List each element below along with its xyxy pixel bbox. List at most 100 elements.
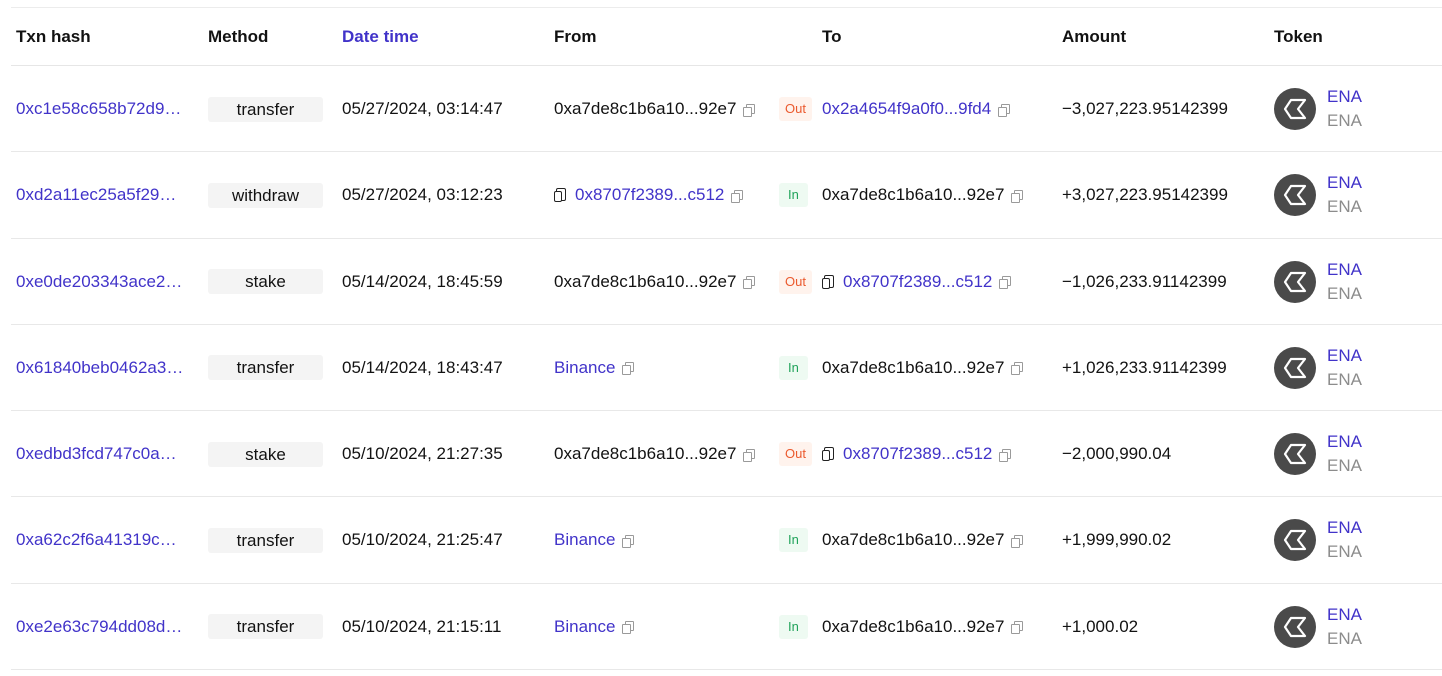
copy-icon[interactable]	[1011, 189, 1024, 203]
from-cell: Binance	[554, 584, 635, 670]
ena-token-icon	[1274, 605, 1316, 648]
copy-icon[interactable]	[1011, 362, 1024, 376]
copy-icon[interactable]	[999, 448, 1012, 462]
to-address[interactable]: 0x8707f2389...c512	[843, 272, 992, 292]
table-row: 0xe2e63c794dd08d… transfer 05/10/2024, 2…	[11, 584, 1442, 671]
table-row: 0xc1e58c658b72d9… transfer 05/27/2024, 0…	[11, 66, 1442, 153]
method-tag: stake	[208, 269, 323, 295]
to-cell: 0xa7de8c1b6a10...92e7	[822, 325, 1024, 411]
table-row: 0xd2a11ec25a5f29… withdraw 05/27/2024, 0…	[11, 152, 1442, 239]
copy-icon[interactable]	[998, 103, 1011, 117]
method-tag: transfer	[208, 96, 323, 122]
copy-icon[interactable]	[743, 276, 756, 290]
token-name: ENA	[1327, 456, 1362, 476]
from-address: 0xa7de8c1b6a10...92e7	[554, 271, 737, 291]
to-cell: 0xa7de8c1b6a10...92e7	[822, 584, 1024, 670]
token-symbol-link[interactable]: ENA	[1327, 603, 1362, 627]
table-row: 0x61840beb0462a3… transfer 05/14/2024, 1…	[11, 325, 1442, 412]
token-symbol-link[interactable]: ENA	[1327, 430, 1362, 454]
amount: +3,027,223.95142399	[1062, 185, 1228, 205]
copy-icon[interactable]	[743, 103, 756, 117]
token-text: ENA ENA	[1327, 516, 1362, 564]
to-cell: 0xa7de8c1b6a10...92e7	[822, 497, 1024, 583]
direction-badge: Out	[779, 442, 812, 467]
ena-token-icon	[1274, 346, 1316, 389]
token-symbol-link[interactable]: ENA	[1327, 258, 1362, 282]
token-symbol-link[interactable]: ENA	[1327, 344, 1362, 368]
from-cell: Binance	[554, 325, 635, 411]
copy-icon[interactable]	[743, 448, 756, 462]
from-cell: 0xa7de8c1b6a10...92e7	[554, 239, 756, 325]
date-time: 05/10/2024, 21:15:11	[342, 616, 502, 636]
token-symbol-link[interactable]: ENA	[1327, 171, 1362, 195]
method-cell: withdraw	[208, 152, 323, 238]
to-address[interactable]: 0x2a4654f9a0f0...9fd4	[822, 99, 991, 119]
token-name: ENA	[1327, 283, 1362, 303]
method-tag: stake	[208, 441, 323, 467]
token-text: ENA ENA	[1327, 430, 1362, 478]
txn-hash-link[interactable]: 0xc1e58c658b72d9…	[16, 66, 192, 152]
amount: −2,000,990.04	[1062, 444, 1172, 464]
method-cell: transfer	[208, 584, 323, 670]
amount: +1,999,990.02	[1062, 530, 1172, 550]
direction-cell: In	[779, 152, 808, 238]
header-token: Token	[1274, 27, 1323, 46]
copy-icon[interactable]	[622, 362, 635, 376]
table-body: 0xc1e58c658b72d9… transfer 05/27/2024, 0…	[11, 66, 1442, 671]
header-to: To	[822, 27, 842, 46]
ena-token-icon	[1274, 174, 1316, 217]
from-address[interactable]: Binance	[554, 617, 615, 637]
method-cell: transfer	[208, 66, 323, 152]
copy-icon[interactable]	[622, 621, 635, 635]
direction-cell: In	[779, 497, 808, 583]
copy-icon[interactable]	[1011, 621, 1024, 635]
from-address[interactable]: Binance	[554, 530, 615, 550]
to-cell: 0x8707f2389...c512	[822, 239, 1012, 325]
direction-cell: Out	[779, 66, 812, 152]
from-address[interactable]: Binance	[554, 358, 615, 378]
copy-icon[interactable]	[1011, 534, 1024, 548]
header-from: From	[554, 27, 597, 46]
token-symbol-link[interactable]: ENA	[1327, 516, 1362, 540]
token-name: ENA	[1327, 628, 1362, 648]
copy-icon[interactable]	[731, 189, 744, 203]
token-name: ENA	[1327, 542, 1362, 562]
txn-hash-link[interactable]: 0xedbd3fcd747c0a…	[16, 411, 192, 497]
method-cell: stake	[208, 239, 323, 325]
from-address: 0xa7de8c1b6a10...92e7	[554, 99, 737, 118]
to-address: 0xa7de8c1b6a10...92e7	[822, 616, 1005, 636]
token-cell: ENA ENA	[1274, 66, 1362, 152]
txn-hash-link[interactable]: 0xe2e63c794dd08d…	[16, 584, 192, 670]
token-cell: ENA ENA	[1274, 497, 1362, 583]
header-method: Method	[208, 27, 269, 46]
txn-hash-link[interactable]: 0xd2a11ec25a5f29…	[16, 152, 192, 238]
method-tag: transfer	[208, 355, 323, 381]
token-text: ENA ENA	[1327, 85, 1362, 133]
txn-hash-link[interactable]: 0xa62c2f6a41319c…	[16, 497, 192, 583]
method-tag: transfer	[208, 527, 323, 553]
amount: −1,026,233.91142399	[1062, 271, 1227, 291]
copy-icon[interactable]	[622, 534, 635, 548]
contract-icon	[822, 274, 834, 289]
to-address[interactable]: 0x8707f2389...c512	[843, 444, 992, 464]
date-time: 05/27/2024, 03:12:23	[342, 185, 503, 205]
header-date-time-toggle[interactable]: Date time	[342, 8, 419, 65]
txn-hash-link[interactable]: 0x61840beb0462a3…	[16, 325, 192, 411]
amount: +1,000.02	[1062, 616, 1139, 636]
copy-icon[interactable]	[999, 276, 1012, 290]
direction-cell: Out	[779, 239, 812, 325]
date-time: 05/10/2024, 21:25:47	[342, 530, 503, 550]
direction-badge: In	[779, 614, 808, 639]
txn-hash-link[interactable]: 0xe0de203343ace2…	[16, 239, 192, 325]
from-address: 0xa7de8c1b6a10...92e7	[554, 444, 737, 464]
method-cell: transfer	[208, 325, 323, 411]
table-row: 0xedbd3fcd747c0a… stake 05/10/2024, 21:2…	[11, 411, 1442, 498]
token-cell: ENA ENA	[1274, 325, 1362, 411]
direction-badge: Out	[779, 269, 812, 294]
contract-icon	[554, 188, 566, 203]
to-address: 0xa7de8c1b6a10...92e7	[822, 357, 1005, 377]
token-symbol-link[interactable]: ENA	[1327, 85, 1362, 109]
token-name: ENA	[1327, 369, 1362, 389]
date-time: 05/27/2024, 03:14:47	[342, 99, 503, 118]
from-address[interactable]: 0x8707f2389...c512	[575, 185, 724, 205]
